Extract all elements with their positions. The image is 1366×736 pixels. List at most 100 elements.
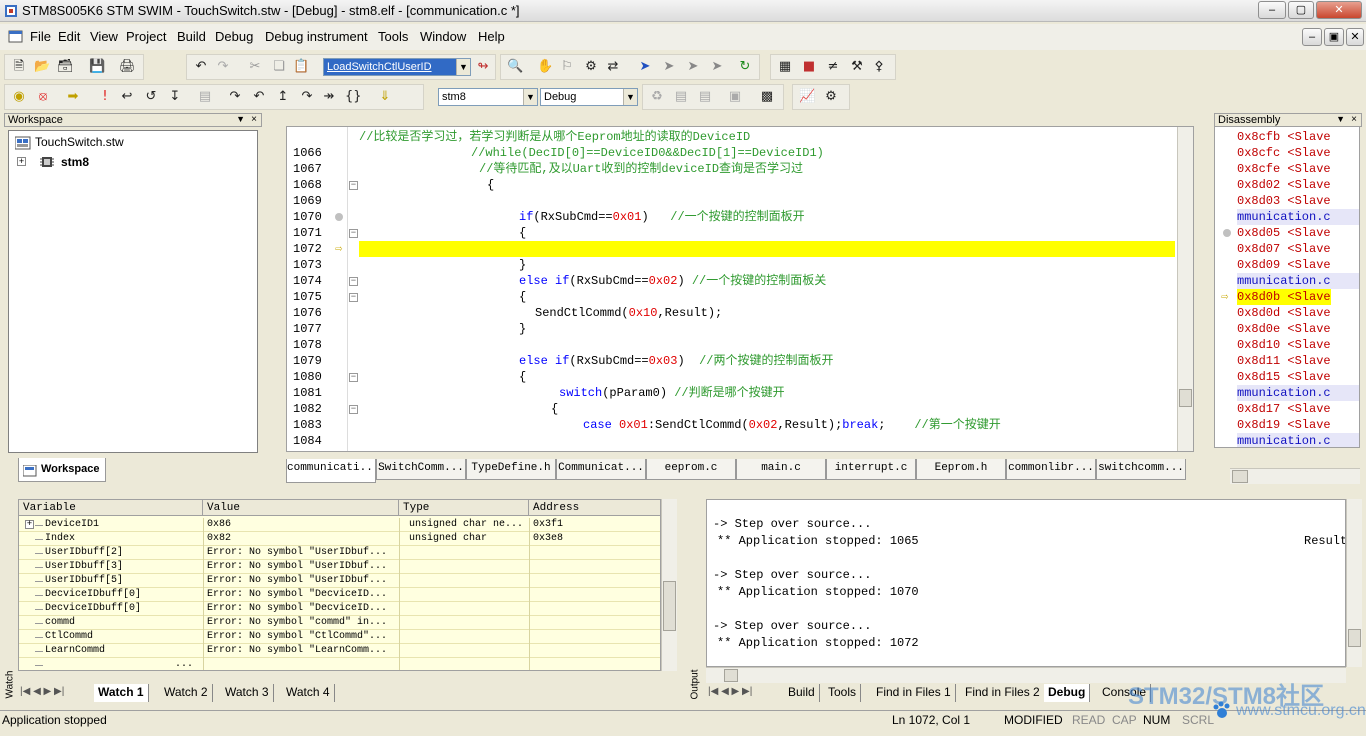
output-vscroll-thumb[interactable]: [1348, 629, 1361, 647]
tab-nav-first-icon[interactable]: |◀ ◀ ▶ ▶|: [20, 686, 64, 697]
goto-definition-icon[interactable]: ↬: [475, 59, 491, 75]
editor-tab[interactable]: Communicat...: [556, 459, 646, 480]
rebuild-icon[interactable]: ▤: [697, 89, 713, 105]
watch-header-value[interactable]: Value: [203, 500, 399, 516]
undo-icon[interactable]: ↶: [193, 59, 209, 75]
menu-file[interactable]: File: [30, 29, 51, 44]
fold-toggle-icon[interactable]: −: [349, 405, 358, 414]
watch-vscroll[interactable]: [661, 499, 677, 671]
hand-icon[interactable]: ✋: [537, 59, 553, 75]
open-workspace-icon[interactable]: 🗃: [57, 59, 74, 75]
show-next-statement-icon[interactable]: ⇓: [377, 89, 393, 105]
project-node[interactable]: stm8: [61, 155, 89, 169]
watch-row[interactable]: commd Error: No symbol "commd" in...: [19, 616, 660, 630]
watch-tab[interactable]: Watch 4: [282, 684, 335, 702]
build-icon[interactable]: ▤: [673, 89, 689, 105]
chevron-down-icon[interactable]: ▼: [523, 89, 537, 105]
restart-icon[interactable]: ↺: [143, 89, 159, 105]
workspace-tab[interactable]: Workspace: [18, 458, 106, 482]
function-combo[interactable]: LoadSwitchCtlUserID ▼: [323, 58, 471, 76]
watch-row[interactable]: + DeviceID1 0x86 unsigned char ne... 0x3f1: [19, 518, 660, 532]
code-line[interactable]: − 1068 {: [287, 177, 1193, 193]
disassembly-line[interactable]: 0x8d17 <Slave: [1215, 401, 1359, 417]
watch-grid[interactable]: Variable Value Type Address + DeviceID1 0x…: [18, 499, 661, 671]
watch-tab[interactable]: Watch 1: [94, 684, 149, 702]
load-icon[interactable]: ↧: [167, 89, 183, 105]
code-editor[interactable]: //比较是否学习过，若学习判断是从哪个Eeprom地址的读取的DeviceID 1…: [286, 126, 1194, 452]
editor-tab[interactable]: communicati...: [286, 459, 376, 483]
disassembly-line[interactable]: 0x8d07 <Slave: [1215, 241, 1359, 257]
code-line[interactable]: − 1082 {: [287, 401, 1193, 417]
pin-icon[interactable]: ▼: [236, 114, 245, 124]
watch-header-type[interactable]: Type: [399, 500, 529, 516]
replace-icon[interactable]: ⇄: [605, 59, 621, 75]
prev-bookmark-icon[interactable]: ➤: [685, 59, 701, 75]
breakpoint-marker-icon[interactable]: [1223, 229, 1231, 237]
chart-icon[interactable]: 📈: [799, 89, 815, 105]
pin-icon[interactable]: ▼: [1336, 114, 1345, 124]
watch-tab[interactable]: Watch 2: [160, 684, 213, 702]
compile-icon[interactable]: ♻: [649, 89, 665, 105]
print-icon[interactable]: 🖨: [119, 59, 136, 75]
output-hscroll-thumb[interactable]: [724, 669, 738, 682]
code-line[interactable]: 1078: [287, 337, 1193, 353]
plugin-icon[interactable]: ⚙: [823, 89, 839, 105]
disassembly-line[interactable]: 0x8d11 <Slave: [1215, 353, 1359, 369]
disassembly-line[interactable]: 0x8d0b <Slave ⇨: [1215, 289, 1359, 305]
output-tab[interactable]: Tools: [824, 684, 862, 702]
copy-icon[interactable]: ❏: [271, 59, 287, 75]
expand-icon[interactable]: +: [17, 157, 26, 166]
breakpoint-marker-icon[interactable]: [335, 213, 343, 221]
watch-row[interactable]: CtlCommd Error: No symbol "CtlCommd"...: [19, 630, 660, 644]
watch-row[interactable]: ...: [19, 658, 660, 670]
watch-row[interactable]: UserIDbuff[5] Error: No symbol "UserIDbuf…: [19, 574, 660, 588]
compare-icon[interactable]: ≠: [825, 59, 841, 75]
new-file-icon[interactable]: 🗎: [11, 59, 27, 75]
code-line[interactable]: //比较是否学习过，若学习判断是从哪个Eeprom地址的读取的DeviceID: [287, 129, 1193, 145]
menu-debug-instrument[interactable]: Debug instrument: [265, 29, 368, 44]
reset-icon[interactable]: ↩: [119, 89, 135, 105]
bookmark-icon[interactable]: ⚐: [559, 59, 575, 75]
toggle-bookmark-icon[interactable]: ➤: [637, 59, 653, 75]
find-in-files-icon[interactable]: ⚙: [583, 59, 599, 75]
stop-build-icon[interactable]: ▣: [727, 89, 743, 105]
disassembly-line[interactable]: 0x8cfe <Slave: [1215, 161, 1359, 177]
workspace-root[interactable]: TouchSwitch.stw: [35, 135, 124, 149]
editor-tab[interactable]: commonlibr...: [1006, 459, 1096, 480]
watch-row[interactable]: LearnCommd Error: No symbol "LearnComm...: [19, 644, 660, 658]
disassembly-line[interactable]: 0x8d0e <Slave: [1215, 321, 1359, 337]
step-over-icon[interactable]: ↶: [251, 89, 267, 105]
fold-toggle-icon[interactable]: −: [349, 293, 358, 302]
code-line[interactable]: 1070 if(RxSubCmd==0x01) //一个按键的控制面板开: [287, 209, 1193, 225]
editor-tab[interactable]: main.c: [736, 459, 826, 480]
stop-debug-icon[interactable]: ⦻: [35, 89, 51, 105]
code-line[interactable]: 1083 case 0x01:SendCtlCommd(0x02,Result);…: [287, 417, 1193, 433]
output-tab[interactable]: Find in Files 1: [872, 684, 956, 702]
fold-toggle-icon[interactable]: −: [349, 229, 358, 238]
menu-window[interactable]: Window: [420, 29, 466, 44]
step-into-icon[interactable]: ↷: [227, 89, 243, 105]
close-icon[interactable]: ×: [251, 114, 257, 125]
find-icon[interactable]: 🔍: [507, 59, 523, 75]
menu-view[interactable]: View: [90, 29, 118, 44]
watch-row[interactable]: DecviceIDbuff[0] Error: No symbol "Decvic…: [19, 588, 660, 602]
code-line[interactable]: 1066 //while(DecID[0]==DeviceID0&&DecID[1…: [287, 145, 1193, 161]
output-tab-nav-icon[interactable]: |◀ ◀ ▶ ▶|: [708, 686, 752, 697]
watch-header-address[interactable]: Address: [529, 500, 660, 516]
run-to-cursor-icon[interactable]: ↠: [321, 89, 337, 105]
code-line[interactable]: 1077}: [287, 321, 1193, 337]
maximize-button[interactable]: ▢: [1288, 1, 1314, 19]
disassembly-line[interactable]: 0x8d09 <Slave: [1215, 257, 1359, 273]
minimize-button[interactable]: –: [1258, 1, 1286, 19]
close-icon[interactable]: ×: [1351, 114, 1357, 125]
disassembly-line[interactable]: 0x8d05 <Slave: [1215, 225, 1359, 241]
fold-toggle-icon[interactable]: −: [349, 373, 358, 382]
disassembly-line[interactable]: 0x8cfc <Slave: [1215, 145, 1359, 161]
output-vscroll[interactable]: [1346, 499, 1362, 667]
code-line[interactable]: 1069: [287, 193, 1193, 209]
open-folder-icon[interactable]: 📂: [34, 59, 50, 75]
paste-icon[interactable]: 📋: [293, 59, 309, 75]
code-line[interactable]: − 1074 else if(RxSubCmd==0x02) //一个按键的控制面板…: [287, 273, 1193, 289]
watch-header-variable[interactable]: Variable: [19, 500, 203, 516]
windows-icon[interactable]: ▦: [777, 59, 793, 75]
